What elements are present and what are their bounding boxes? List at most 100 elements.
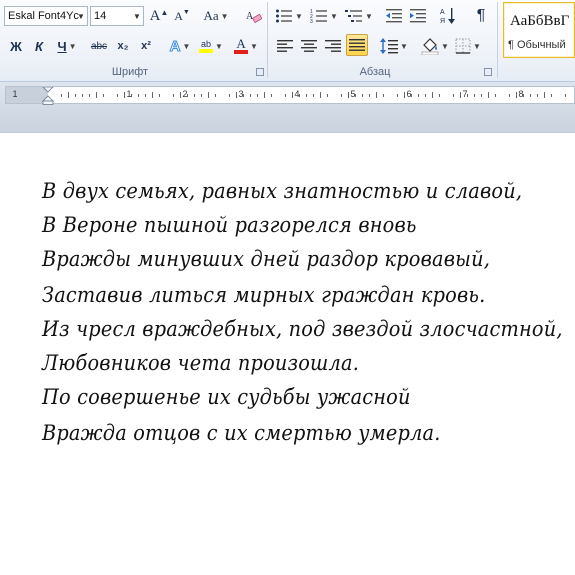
ruler-tick bbox=[397, 94, 398, 97]
poem-line: Из чресл враждебных, под звездой злосчас… bbox=[42, 317, 563, 341]
font-dialog-launcher[interactable] bbox=[256, 68, 264, 76]
change-case-button[interactable]: Aa ▼ bbox=[201, 5, 231, 27]
superscript-button[interactable]: x² bbox=[136, 35, 156, 57]
line-spacing-button[interactable]: ▼ bbox=[379, 35, 409, 57]
ruler-tick bbox=[61, 94, 62, 97]
ruler-tick bbox=[495, 94, 496, 97]
ruler-bar: 1 1 2 3 4 5 6 7 8 bbox=[0, 82, 575, 132]
ruler-tick bbox=[341, 94, 342, 97]
ruler-tick bbox=[327, 94, 328, 97]
ruler-tick bbox=[215, 94, 216, 97]
ruler-tick bbox=[488, 92, 489, 98]
align-center-button[interactable] bbox=[298, 35, 320, 57]
svg-text:A: A bbox=[246, 11, 254, 22]
ruler-tick bbox=[467, 94, 468, 97]
highlight-button[interactable]: ab ▼ bbox=[197, 35, 225, 57]
chevron-down-icon[interactable]: ▼ bbox=[75, 7, 87, 25]
chevron-down-icon[interactable]: ▼ bbox=[131, 7, 143, 25]
italic-button[interactable]: К bbox=[29, 35, 49, 57]
ruler-tick bbox=[138, 94, 139, 97]
font-size-input[interactable]: 14 ▼ bbox=[90, 6, 144, 26]
poem-line: В Вероне пышной разгорелся вновь bbox=[42, 213, 417, 237]
paint-bucket-icon bbox=[421, 38, 439, 55]
ruler-tick bbox=[103, 94, 104, 97]
superscript-label: x² bbox=[141, 40, 151, 52]
ruler-tick bbox=[383, 94, 384, 97]
increase-indent-button[interactable] bbox=[407, 5, 429, 27]
document-page[interactable]: В двух семьях, равных знатностью и славо… bbox=[0, 132, 575, 575]
ruler-tick bbox=[180, 92, 181, 98]
poem-line: Любовников чета произошла. bbox=[42, 351, 360, 375]
align-right-button[interactable] bbox=[322, 35, 344, 57]
shading-button[interactable]: ▼ bbox=[420, 35, 450, 57]
decrease-indent-button[interactable] bbox=[383, 5, 405, 27]
pilcrow-icon: ¶ bbox=[476, 7, 486, 24]
text-effects-button[interactable]: A ▼ bbox=[167, 35, 193, 57]
ruler-tick bbox=[404, 92, 405, 98]
bullet-list-icon bbox=[276, 9, 293, 23]
ruler-number: 3 bbox=[238, 89, 244, 99]
clear-formatting-icon: A bbox=[246, 11, 262, 24]
ruler-tick bbox=[516, 92, 517, 98]
ruler-tick bbox=[124, 92, 125, 98]
justify-button[interactable] bbox=[346, 34, 368, 56]
bullets-button[interactable]: ▼ bbox=[274, 5, 304, 27]
horizontal-ruler[interactable]: 1 1 2 3 4 5 6 7 8 bbox=[5, 86, 575, 105]
ruler-tick bbox=[348, 92, 349, 98]
ruler-tick bbox=[439, 94, 440, 97]
ruler-tick bbox=[229, 94, 230, 97]
font-name-input[interactable]: Eskal Font4Yc ▼ bbox=[4, 6, 88, 26]
style-sample-text: АаБбВвГ bbox=[510, 13, 570, 29]
indent-marker-icon[interactable] bbox=[42, 87, 54, 105]
align-left-button[interactable] bbox=[274, 35, 296, 57]
ruler-tick bbox=[194, 94, 195, 97]
ruler-tick bbox=[530, 94, 531, 97]
ruler-tick bbox=[509, 94, 510, 97]
clear-formatting-button[interactable]: A bbox=[242, 5, 264, 27]
highlight-label: ab bbox=[201, 38, 212, 49]
ruler-tick bbox=[271, 94, 272, 97]
sort-button[interactable]: АЯ bbox=[437, 5, 459, 27]
ruler-tick bbox=[257, 94, 258, 97]
ruler-tick bbox=[460, 92, 461, 98]
ruler-tick bbox=[551, 94, 552, 97]
ruler-tick bbox=[159, 94, 160, 97]
ruler-tick bbox=[432, 92, 433, 98]
ruler-tick bbox=[320, 92, 321, 98]
ruler-number: 2 bbox=[182, 89, 188, 99]
paragraph-dialog-launcher[interactable] bbox=[484, 68, 492, 76]
ruler-tick bbox=[250, 94, 251, 97]
shrink-font-button[interactable]: A ▼ bbox=[171, 5, 193, 27]
ruler-tick bbox=[131, 94, 132, 97]
highlight-color-bar bbox=[199, 48, 214, 53]
ruler-tick bbox=[152, 92, 153, 98]
ruler-tick bbox=[173, 94, 174, 97]
strikethrough-label: abc bbox=[90, 40, 108, 52]
svg-text:3: 3 bbox=[310, 19, 313, 24]
grow-font-button[interactable]: A ▲ bbox=[148, 5, 170, 27]
style-name: ¶ Обычный bbox=[508, 39, 566, 51]
borders-button[interactable]: ▼ bbox=[453, 35, 483, 57]
strikethrough-button[interactable]: abc bbox=[87, 35, 111, 57]
underline-button[interactable]: Ч ▼ bbox=[53, 35, 81, 57]
font-color-bar bbox=[234, 50, 249, 54]
numbering-button[interactable]: 1 2 3 ▼ bbox=[309, 5, 339, 27]
ruler-tick bbox=[236, 92, 237, 98]
multilevel-list-button[interactable]: ▼ bbox=[344, 5, 374, 27]
shrink-font-label: A bbox=[174, 8, 183, 23]
ruler-number: 4 bbox=[294, 89, 300, 99]
show-formatting-button[interactable]: ¶ bbox=[470, 5, 492, 27]
ruler-tick bbox=[201, 94, 202, 97]
font-size-value: 14 bbox=[94, 10, 107, 22]
poem-line: Вражда отцов с их смертью умерла. bbox=[42, 421, 441, 445]
ruler-tick bbox=[544, 92, 545, 98]
ruler-number: 7 bbox=[462, 89, 468, 99]
font-color-button[interactable]: A ▼ bbox=[232, 35, 260, 57]
svg-text:Я: Я bbox=[440, 18, 445, 25]
ruler-tick bbox=[481, 94, 482, 97]
bold-button[interactable]: Ж bbox=[6, 35, 26, 57]
align-center-icon bbox=[301, 40, 317, 52]
style-normal[interactable]: АаБбВвГ ¶ Обычный bbox=[503, 2, 575, 58]
subscript-button[interactable]: x₂ bbox=[113, 35, 133, 57]
ruler-number: 6 bbox=[406, 89, 412, 99]
